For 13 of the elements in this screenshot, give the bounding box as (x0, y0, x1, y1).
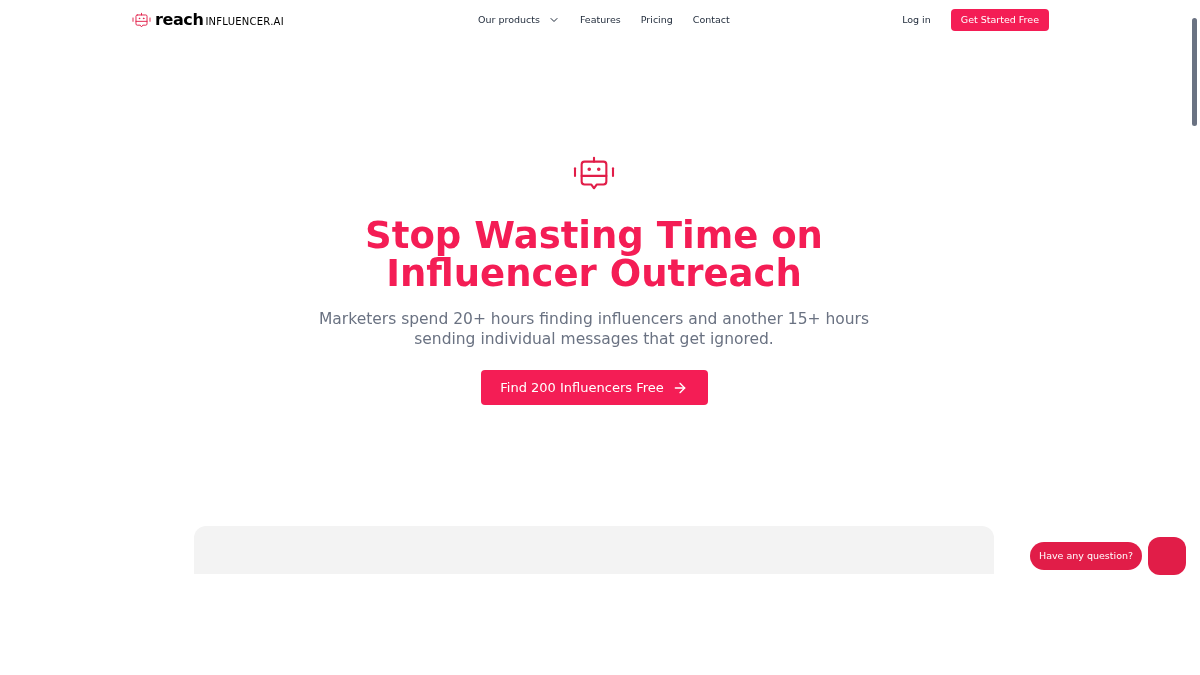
nav-link[interactable]: Our products (478, 12, 560, 28)
hero-title: Stop Wasting Time on Influencer Outreach (365, 217, 823, 293)
hero-subtitle: Marketers spend 20+ hours finding influencers and another 15+ hours sending individual messages that get ignored. (317, 309, 871, 349)
nav-link[interactable]: Pricing (640, 12, 673, 28)
chat-bubble[interactable]: Have any question? (1030, 542, 1143, 570)
get-started-button[interactable]: Get Started Free (950, 9, 1049, 31)
nav-link[interactable]: Features (579, 12, 621, 28)
logo-icon (132, 11, 151, 29)
nav-link[interactable]: Contact (692, 12, 730, 28)
login-link[interactable]: Log in (902, 12, 931, 28)
chat-button[interactable] (1148, 537, 1187, 575)
find-influencers-button[interactable]: Find 200 Influencers Free (480, 370, 708, 405)
logo-text[interactable]: reach INFLUENCER.AI (155, 8, 284, 32)
